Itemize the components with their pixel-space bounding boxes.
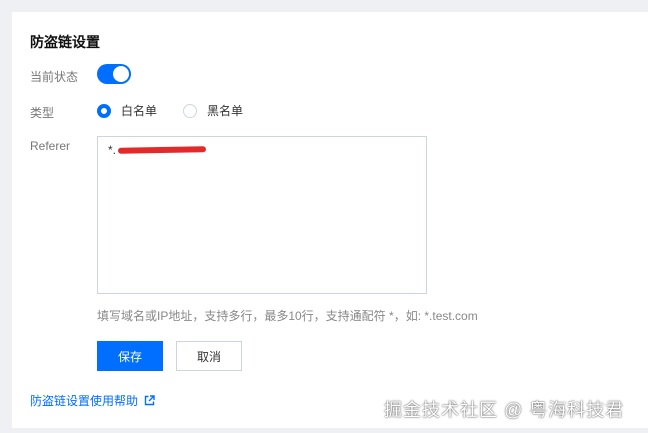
radio-blacklist-label: 黑名单 — [207, 104, 244, 118]
page-title: 防盗链设置 — [30, 34, 100, 50]
radio-whitelist[interactable]: 白名单 — [97, 102, 157, 119]
settings-card: 防盗链设置 当前状态 类型 白名单 黑名单 Referer *. 填写域名或IP… — [12, 12, 648, 428]
referer-textarea[interactable]: *. — [97, 136, 427, 294]
radio-blacklist[interactable]: 黑名单 — [183, 102, 243, 119]
referer-hint: 填写域名或IP地址，支持多行，最多10行，支持通配符 *，如: *.test.c… — [97, 309, 478, 323]
toggle-knob — [113, 66, 129, 82]
save-button[interactable]: 保存 — [97, 341, 163, 371]
radio-unchecked-icon — [183, 103, 198, 118]
redaction-mark — [117, 146, 207, 154]
radio-checked-icon — [97, 103, 111, 118]
type-label: 类型 — [30, 106, 55, 120]
referer-label: Referer — [30, 139, 71, 153]
status-toggle[interactable] — [97, 64, 131, 84]
referer-value-prefix: *. — [108, 143, 117, 157]
help-link-text: 防盗链设置使用帮助 — [30, 394, 139, 408]
external-link-icon — [144, 395, 155, 406]
radio-whitelist-label: 白名单 — [121, 104, 158, 118]
cancel-button[interactable]: 取消 — [176, 341, 242, 371]
status-label: 当前状态 — [30, 70, 79, 84]
type-radio-group: 白名单 黑名单 — [97, 102, 269, 119]
help-link[interactable]: 防盗链设置使用帮助 — [30, 392, 155, 409]
watermark-text: 掘金技术社区 @ 粤海科技君 — [384, 400, 625, 420]
